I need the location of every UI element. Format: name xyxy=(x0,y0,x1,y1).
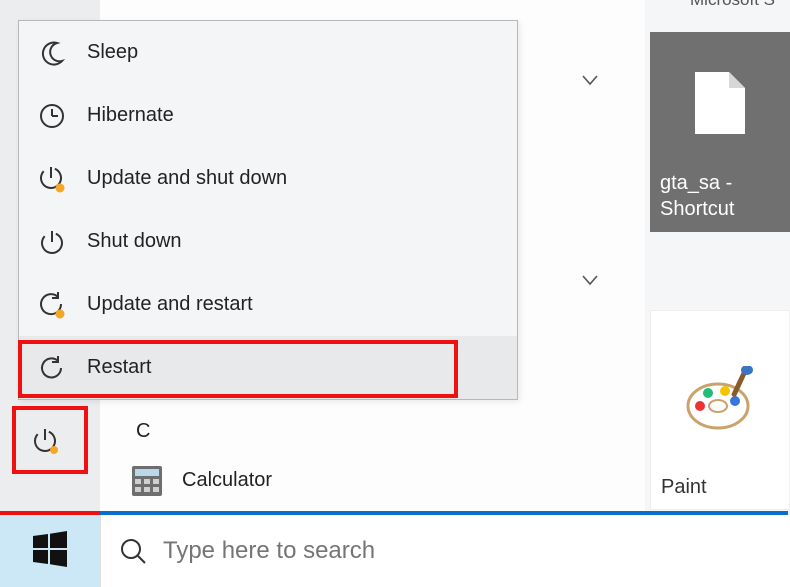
search-input[interactable] xyxy=(163,537,683,565)
power-option-label: Sleep xyxy=(87,41,138,64)
power-icon xyxy=(37,227,67,257)
windows-logo-icon xyxy=(31,530,69,573)
clock-icon xyxy=(37,101,67,131)
power-options-menu: Sleep Hibernate Update and shut down Shu… xyxy=(18,20,518,400)
chevron-down-icon[interactable] xyxy=(580,270,600,290)
power-option-label: Hibernate xyxy=(87,104,174,127)
app-list-item-calculator[interactable]: Calculator xyxy=(130,458,530,503)
power-option-shutdown[interactable]: Shut down xyxy=(19,210,517,273)
tile-microsoft-partial[interactable]: Microsoft S xyxy=(690,0,790,12)
power-badge-icon xyxy=(37,164,67,194)
tile-paint[interactable]: Paint xyxy=(650,310,790,510)
paint-icon xyxy=(685,366,755,441)
file-icon xyxy=(695,72,745,139)
chevron-down-icon[interactable] xyxy=(580,70,600,90)
search-icon xyxy=(119,537,147,565)
calculator-icon xyxy=(130,464,164,498)
app-list-letter-header[interactable]: C xyxy=(136,420,530,443)
power-option-sleep[interactable]: Sleep xyxy=(19,21,517,84)
taskbar-search[interactable] xyxy=(100,515,790,587)
tile-label: gta_sa - Shortcut xyxy=(660,170,780,222)
tile-label: Paint xyxy=(661,476,779,499)
app-list-item-label: Calculator xyxy=(182,469,272,492)
power-option-restart[interactable]: Restart xyxy=(19,336,517,399)
power-option-label: Update and shut down xyxy=(87,167,287,190)
taskbar xyxy=(0,515,790,587)
restart-badge-icon xyxy=(37,290,67,320)
start-button[interactable] xyxy=(0,515,100,587)
power-option-hibernate[interactable]: Hibernate xyxy=(19,84,517,147)
moon-icon xyxy=(37,38,67,68)
start-tiles-column: Microsoft S gta_sa - Shortcut Paint xyxy=(645,0,790,515)
power-option-update-restart[interactable]: Update and restart xyxy=(19,273,517,336)
start-app-list: C Calculator xyxy=(130,420,530,503)
power-option-label: Restart xyxy=(87,356,151,379)
power-option-label: Shut down xyxy=(87,230,182,253)
tile-gta-sa-shortcut[interactable]: gta_sa - Shortcut xyxy=(650,32,790,232)
power-option-label: Update and restart xyxy=(87,293,253,316)
restart-icon xyxy=(37,353,67,383)
power-button[interactable] xyxy=(30,425,60,455)
power-option-update-shutdown[interactable]: Update and shut down xyxy=(19,147,517,210)
